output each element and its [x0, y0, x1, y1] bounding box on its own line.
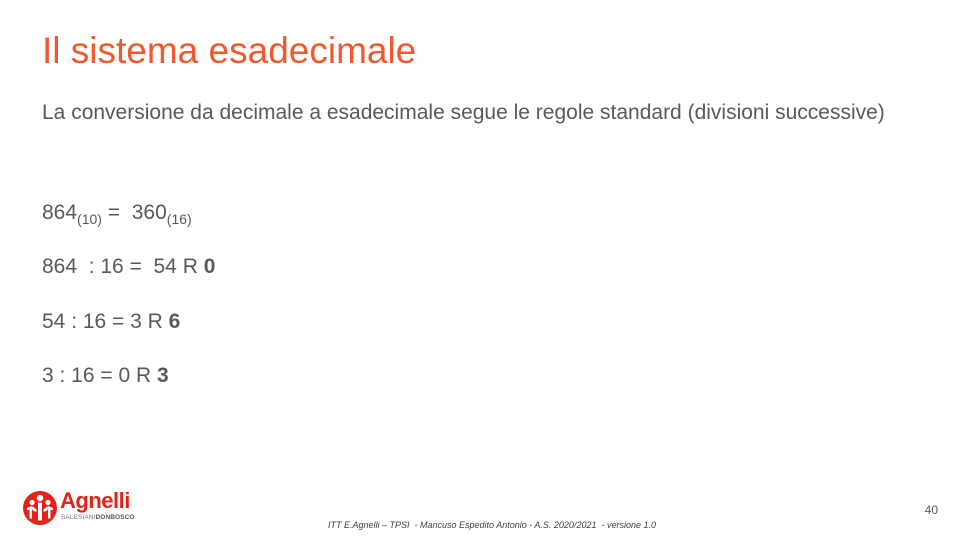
decimal-value: 864 — [42, 201, 78, 224]
slide-title: Il sistema esadecimale — [42, 30, 417, 71]
logo-name: Agnelli — [60, 488, 130, 513]
footer-text: ITT E.Agnelli – TPSI - Mancuso Espedito … — [327, 520, 656, 530]
hex-value: 360 — [131, 201, 167, 224]
division-step: 864 : 16 = 54 R 0 — [42, 254, 215, 280]
division-step: 3 : 16 = 0 R 3 — [42, 363, 169, 389]
page-number: 40 — [924, 503, 938, 517]
step-expression: 54 : 16 = 3 R — [42, 310, 169, 333]
intro-paragraph: La conversione da decimale a esadecimale… — [42, 101, 885, 124]
conversion-equation: 864(10) = 360(16) — [42, 200, 192, 226]
step-remainder: 0 — [203, 255, 216, 278]
step-expression: 3 : 16 = 0 R — [42, 364, 157, 387]
equals-sign: = — [101, 201, 132, 224]
step-remainder: 3 — [157, 364, 169, 387]
step-remainder: 6 — [168, 310, 181, 333]
hex-base: (16) — [166, 211, 192, 227]
step-expression: 864 : 16 = 54 R — [42, 255, 204, 278]
decimal-base: (10) — [77, 211, 102, 227]
division-step: 54 : 16 = 3 R 6 — [42, 309, 180, 335]
